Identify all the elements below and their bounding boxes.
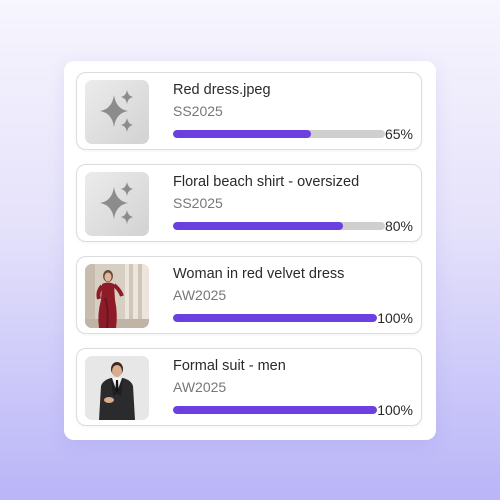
progress-fill bbox=[173, 314, 377, 322]
upload-card[interactable]: Floral beach shirt - oversized SS2025 80… bbox=[76, 164, 422, 242]
upload-panel: Red dress.jpeg SS2025 65% Floral beach s… bbox=[64, 61, 436, 440]
upload-card[interactable]: Red dress.jpeg SS2025 65% bbox=[76, 72, 422, 150]
woman-red-dress-thumbnail bbox=[85, 264, 149, 328]
woman-red-dress-photo bbox=[85, 264, 149, 328]
sparkle-icon bbox=[100, 182, 133, 224]
upload-card[interactable]: Formal suit - men AW2025 100% bbox=[76, 348, 422, 426]
progress-bar bbox=[173, 406, 377, 414]
progress-percent: 80% bbox=[384, 218, 413, 234]
upload-title: Red dress.jpeg bbox=[173, 82, 271, 98]
progress-percent: 100% bbox=[377, 402, 413, 418]
man-suit-photo bbox=[85, 356, 149, 420]
man-suit-thumbnail bbox=[85, 356, 149, 420]
upload-season: SS2025 bbox=[173, 103, 223, 119]
image-placeholder-thumbnail bbox=[85, 172, 149, 236]
progress-fill bbox=[173, 222, 343, 230]
progress-percent: 65% bbox=[384, 126, 413, 142]
progress-bar bbox=[173, 130, 385, 138]
upload-card[interactable]: Woman in red velvet dress AW2025 100% bbox=[76, 256, 422, 334]
sparkle-icon bbox=[100, 90, 133, 132]
upload-title: Floral beach shirt - oversized bbox=[173, 174, 360, 190]
progress-fill bbox=[173, 406, 377, 414]
progress-fill bbox=[173, 130, 311, 138]
progress-bar bbox=[173, 222, 385, 230]
upload-season: SS2025 bbox=[173, 195, 223, 211]
progress-percent: 100% bbox=[377, 310, 413, 326]
image-placeholder-thumbnail bbox=[85, 80, 149, 144]
upload-title: Woman in red velvet dress bbox=[173, 266, 345, 282]
upload-season: AW2025 bbox=[173, 379, 227, 395]
upload-season: AW2025 bbox=[173, 287, 227, 303]
upload-title: Formal suit - men bbox=[173, 358, 286, 374]
progress-bar bbox=[173, 314, 377, 322]
